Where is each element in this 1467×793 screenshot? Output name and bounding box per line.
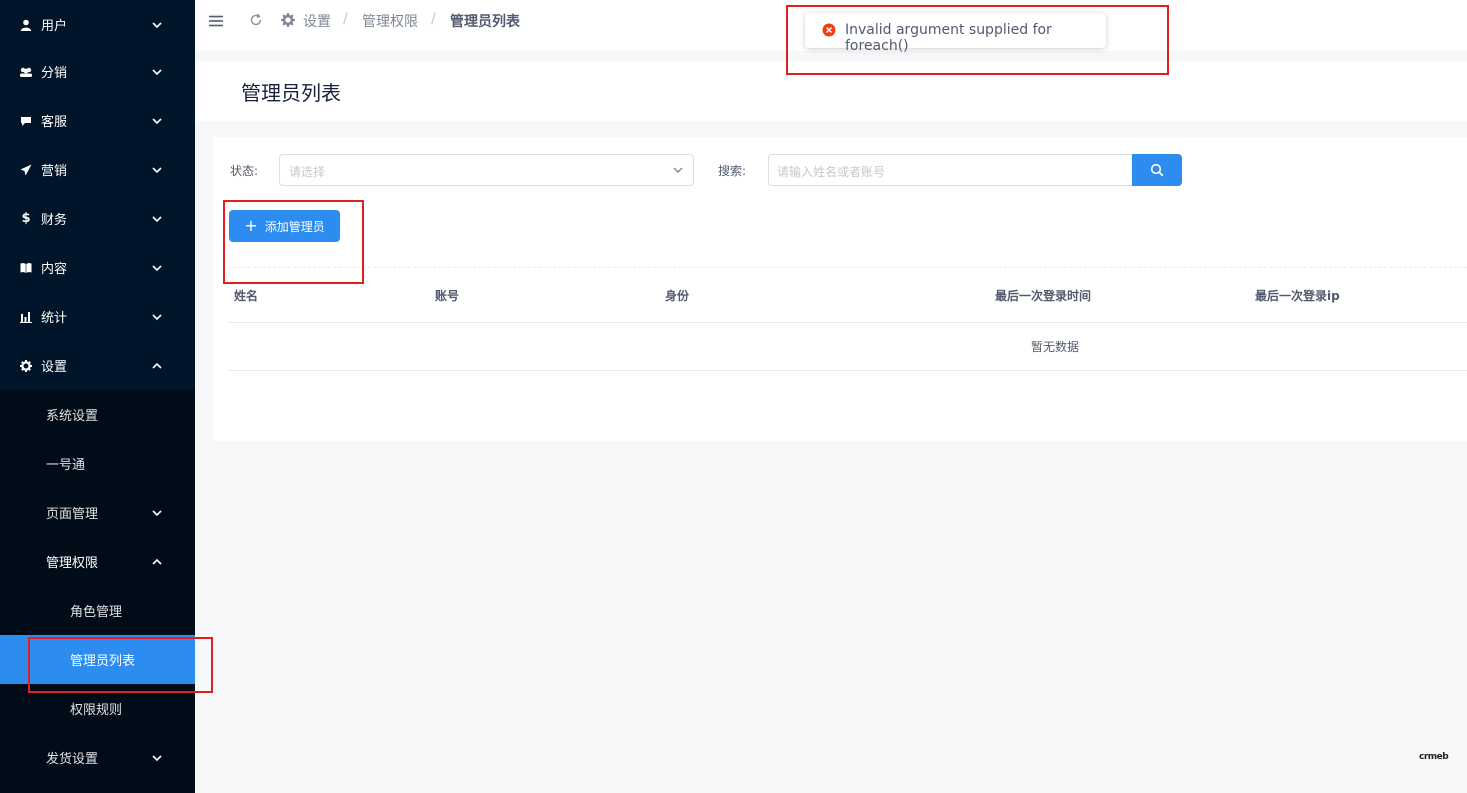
submenu-label: 角色管理 (70, 605, 123, 620)
menu-label: 财务 (41, 213, 68, 228)
menu-label: 设置 (41, 360, 68, 375)
column-header-name: 姓名 (234, 289, 259, 303)
table-bottom-border (228, 370, 1467, 371)
chevron-down-icon (152, 117, 162, 124)
chevron-down-icon (673, 167, 683, 173)
refresh-icon[interactable] (249, 13, 263, 27)
menu-label: 统计 (41, 311, 68, 326)
search-input[interactable]: 请输入姓名或者账号 (768, 154, 1133, 186)
chevron-up-icon (152, 362, 162, 369)
status-label: 状态: (230, 164, 259, 178)
table-header-border (228, 322, 1467, 323)
menu-label: 内容 (41, 262, 68, 277)
breadcrumb-permission[interactable]: 管理权限 (362, 11, 418, 31)
page-title: 管理员列表 (241, 81, 341, 105)
chevron-up-icon (152, 558, 162, 565)
chevron-down-icon (152, 754, 162, 761)
crmeb-logo: crmeb (1419, 752, 1449, 762)
menu-service[interactable]: 客服 (0, 96, 195, 145)
breadcrumb-separator: / (343, 11, 348, 27)
chevron-down-icon (152, 264, 162, 271)
menu-label: 分销 (41, 66, 68, 81)
empty-state: 暂无数据 (1031, 340, 1080, 354)
submenu-label: 系统设置 (46, 409, 99, 424)
breadcrumb-separator: / (431, 11, 436, 27)
chevron-down-icon (152, 313, 162, 320)
column-header-account: 账号 (435, 289, 460, 303)
breadcrumb-settings[interactable]: 设置 (303, 11, 331, 31)
send-icon (19, 163, 33, 177)
annotation-box (786, 5, 1169, 75)
submenu-label: 发货设置 (46, 752, 99, 767)
submenu-label: 一号通 (46, 458, 86, 473)
menu-distribution[interactable]: 分销 (0, 47, 195, 96)
submenu-yihaotong[interactable]: 一号通 (0, 439, 195, 488)
submenu-shipping-settings[interactable]: 发货设置 (0, 733, 195, 782)
chevron-down-icon (152, 68, 162, 75)
column-header-role: 身份 (665, 289, 690, 303)
column-header-last-login-time: 最后一次登录时间 (995, 289, 1092, 303)
menu-label: 营销 (41, 164, 68, 179)
menu-content[interactable]: 内容 (0, 243, 195, 292)
search-placeholder: 请输入姓名或者账号 (777, 165, 886, 179)
menu-statistics[interactable]: 统计 (0, 292, 195, 341)
column-header-last-login-ip: 最后一次登录ip (1255, 289, 1340, 303)
bar-chart-icon (19, 310, 33, 324)
menu-marketing[interactable]: 营销 (0, 145, 195, 194)
gear-icon (19, 359, 33, 373)
submenu-page-management[interactable]: 页面管理 (0, 488, 195, 537)
chevron-down-icon (152, 215, 162, 222)
dollar-icon: $ (21, 211, 31, 226)
chat-icon (19, 114, 33, 128)
submenu-system-settings[interactable]: 系统设置 (0, 390, 195, 439)
menu-settings[interactable]: 设置 (0, 341, 195, 390)
menu-label: 客服 (41, 115, 68, 130)
status-select[interactable]: 请选择 (279, 154, 694, 186)
menu-finance[interactable]: $ 财务 (0, 194, 195, 243)
chevron-down-icon (152, 509, 162, 516)
chevron-down-icon (152, 166, 162, 173)
divider (228, 267, 1467, 268)
user-icon (19, 18, 33, 32)
submenu-label: 权限规则 (70, 703, 123, 718)
menu-label: 用户 (41, 19, 68, 34)
gear-icon (281, 13, 295, 27)
hamburger-menu-icon[interactable] (208, 13, 224, 29)
annotation-box (223, 200, 364, 284)
content-card: 状态: 请选择 搜索: 请输入姓名或者账号 + 添加管理员 姓名 账号 身份 最… (213, 137, 1467, 441)
menu-user[interactable]: 用户 (0, 0, 195, 49)
book-icon (19, 261, 33, 275)
search-icon (1150, 163, 1164, 177)
submenu-label: 页面管理 (46, 507, 99, 522)
chevron-down-icon (152, 21, 162, 28)
submenu-label: 管理权限 (46, 556, 99, 571)
users-icon (19, 65, 33, 79)
annotation-box (28, 637, 213, 693)
status-placeholder: 请选择 (289, 165, 326, 179)
search-label: 搜索: (718, 164, 747, 178)
search-button[interactable] (1132, 154, 1182, 186)
submenu-permission-management[interactable]: 管理权限 (0, 537, 195, 586)
breadcrumb-current: 管理员列表 (450, 14, 520, 30)
submenu-role-management[interactable]: 角色管理 (0, 586, 195, 635)
